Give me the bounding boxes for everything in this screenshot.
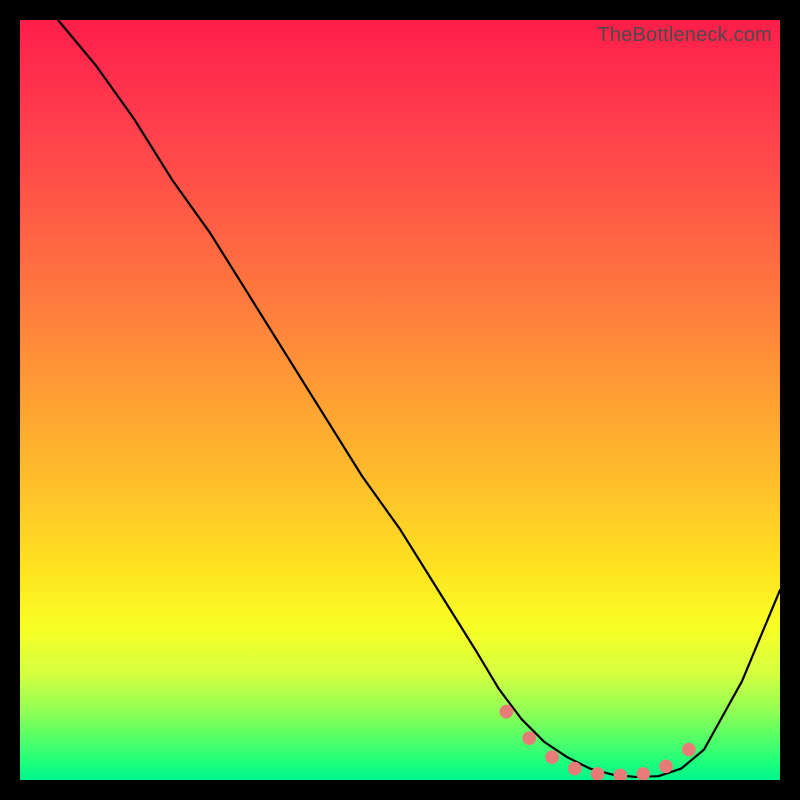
marker-dots [500, 705, 696, 780]
chart-svg [20, 20, 780, 780]
curve-line [58, 20, 780, 777]
chart-frame: TheBottleneck.com [0, 0, 800, 800]
plot-area: TheBottleneck.com [20, 20, 780, 780]
